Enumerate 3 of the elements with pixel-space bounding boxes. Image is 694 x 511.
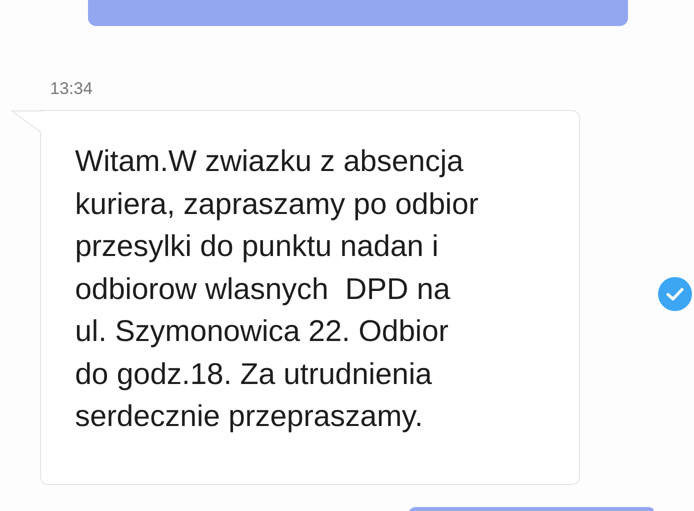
message-text: Witam.W zwiazku z absencja kuriera, zapraszamy po odbior przesylki do punktu nadan i odbiorow wlasnych DPD na ul. Szymonowica 22. Odbior do godz.18. Za utrudnienia serdecznie przepraszamy. xyxy=(75,144,480,435)
checkbox[interactable] xyxy=(658,276,692,310)
message-time: 13:34 xyxy=(50,79,94,99)
